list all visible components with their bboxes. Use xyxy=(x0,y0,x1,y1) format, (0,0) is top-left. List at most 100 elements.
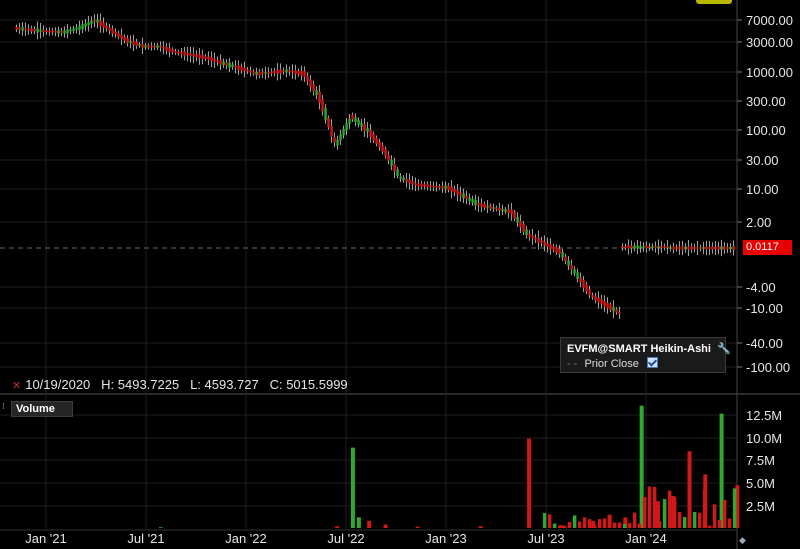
candle-body xyxy=(633,245,636,249)
candle-body xyxy=(138,44,141,46)
legend-prior-close[interactable]: - - Prior Close xyxy=(567,357,658,370)
scroll-right-icon[interactable]: ◆ xyxy=(739,535,746,546)
panel-resize-icon[interactable]: ⁝ xyxy=(2,401,5,412)
volume-bar xyxy=(335,526,340,528)
y-tick-label: 2.00 xyxy=(746,215,771,230)
volume-bar xyxy=(367,520,372,528)
candle-body xyxy=(123,36,126,41)
chart-legend[interactable]: EVFM@SMART Heikin-Ashi 🔧 - - Prior Close xyxy=(560,337,731,373)
candle-body xyxy=(519,220,522,228)
candle-body xyxy=(219,59,222,65)
candle-body xyxy=(369,129,372,137)
candle-body xyxy=(24,28,27,30)
volume-bar xyxy=(632,512,637,528)
candle-body xyxy=(516,216,519,223)
candle-body xyxy=(597,297,600,303)
candle-body xyxy=(552,246,555,251)
candle-body xyxy=(732,246,735,250)
volume-bar xyxy=(707,525,712,528)
candle-body xyxy=(402,177,405,181)
candle-body xyxy=(702,247,705,249)
y-tick-label: 7000.00 xyxy=(746,13,793,28)
candle-body xyxy=(249,70,252,73)
candle-body xyxy=(135,41,138,47)
candle-body xyxy=(198,54,201,59)
candle-body xyxy=(585,284,588,292)
candle-body xyxy=(387,154,390,161)
volume-bar xyxy=(356,517,361,528)
candle-body xyxy=(366,128,369,132)
candle-body xyxy=(282,70,285,72)
candle-body xyxy=(180,52,183,55)
candle-body xyxy=(645,245,648,249)
candle-body xyxy=(720,246,723,250)
volume-bar xyxy=(682,517,687,528)
candle-body xyxy=(405,179,408,182)
candle-body xyxy=(201,54,204,60)
candle-body xyxy=(153,45,156,48)
ohlc-close: C: 5015.5999 xyxy=(269,377,348,392)
candle-body xyxy=(447,185,450,190)
candle-body xyxy=(120,34,123,39)
candle-body xyxy=(213,58,216,62)
candle-body xyxy=(618,312,621,314)
candle-body xyxy=(570,264,573,270)
price-chart[interactable]: Jan '21 Jul '21 Jan '22 Jul '22 Jan '23 Jul '… xyxy=(0,0,800,549)
candle-body xyxy=(681,246,684,250)
volume-bar xyxy=(727,518,732,528)
candle-body xyxy=(444,185,447,190)
candle-body xyxy=(462,193,465,199)
prior-close-checkbox[interactable] xyxy=(646,357,658,368)
candle-body xyxy=(147,45,150,48)
dashed-line-icon: - - xyxy=(567,358,578,370)
ohlc-high: H: 5493.7225 xyxy=(101,377,180,392)
candle-body xyxy=(474,199,477,206)
candle-body xyxy=(357,119,360,125)
candle-body xyxy=(228,62,231,68)
candle-body xyxy=(657,246,660,248)
candle-body xyxy=(390,159,393,166)
candle-body xyxy=(156,45,159,48)
close-icon[interactable]: ✕ xyxy=(12,380,21,392)
candle-body xyxy=(579,277,582,282)
candle-body xyxy=(108,27,111,31)
candle-body xyxy=(312,84,315,92)
volume-bar xyxy=(542,512,547,528)
candle-body xyxy=(243,68,246,71)
ohlc-date: 10/19/2020 xyxy=(25,377,91,392)
candle-body xyxy=(102,22,105,28)
candle-body xyxy=(606,302,609,309)
candle-body xyxy=(78,25,81,30)
candle-body xyxy=(450,186,453,192)
candle-body xyxy=(117,33,120,37)
candle-body xyxy=(684,246,687,250)
ohlc-readout: ✕ 10/19/2020 H: 5493.7225 L: 4593.727 C: … xyxy=(12,377,348,392)
candle-body xyxy=(642,246,645,248)
wrench-icon[interactable]: 🔧 xyxy=(717,343,731,355)
candle-body xyxy=(429,185,432,187)
candle-body xyxy=(594,295,597,301)
y-tick-label: -10.00 xyxy=(746,301,783,316)
x-tick-label: Jul '21 xyxy=(127,531,164,546)
candle-body xyxy=(528,233,531,237)
volume-bar xyxy=(582,517,587,528)
volume-bar xyxy=(602,518,607,528)
candle-body xyxy=(417,183,420,187)
volume-bar xyxy=(383,524,388,528)
candle-body xyxy=(321,99,324,112)
candle-body xyxy=(192,53,195,57)
candle-body xyxy=(573,269,576,274)
volume-bar xyxy=(732,488,737,528)
volume-bar xyxy=(697,512,702,528)
candle-body xyxy=(399,176,402,179)
volume-bar xyxy=(667,490,672,528)
candle-body xyxy=(300,70,303,76)
candle-body xyxy=(441,186,444,189)
candle-body xyxy=(543,241,546,246)
candle-body xyxy=(558,248,561,254)
candle-body xyxy=(723,246,726,250)
candle-body xyxy=(546,243,549,247)
candle-body xyxy=(639,246,642,248)
candle-body xyxy=(210,57,213,62)
candle-body xyxy=(603,300,606,307)
